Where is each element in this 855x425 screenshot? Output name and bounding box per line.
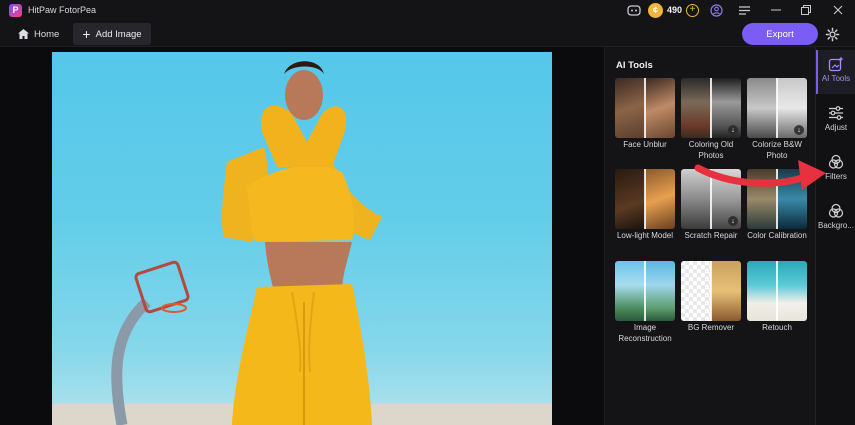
color-calibration-thumbnail <box>747 169 807 229</box>
colorize-bw-photo-thumbnail: ↓ <box>747 78 807 138</box>
tool-retouch[interactable]: Retouch <box>747 261 809 333</box>
editor-canvas[interactable] <box>0 47 604 425</box>
tool-label: Coloring Old Photos <box>688 140 734 160</box>
coin-icon: ¢ <box>647 2 663 18</box>
filters-icon <box>816 152 855 172</box>
rail-label: Filters <box>825 172 847 181</box>
rail-label: Backgro... <box>817 221 854 230</box>
adjust-sliders-icon <box>816 103 855 123</box>
menu-icon[interactable] <box>727 0 761 20</box>
home-button[interactable]: Home <box>18 25 59 43</box>
tool-color-calibration[interactable]: Color Calibration <box>747 169 809 241</box>
export-button[interactable]: Export <box>742 23 818 45</box>
tool-label: Retouch <box>762 323 792 332</box>
tool-scratch-repair[interactable]: ↓ Scratch Repair <box>681 169 743 241</box>
add-image-button[interactable]: + Add Image <box>73 23 151 45</box>
panel-title: AI Tools <box>616 60 653 71</box>
ai-tools-icon <box>816 54 855 74</box>
tool-label: Color Calibration <box>747 231 807 240</box>
face-unblur-thumbnail <box>615 78 675 138</box>
rail-item-background[interactable]: Backgro... <box>816 201 855 230</box>
account-icon[interactable] <box>705 0 727 20</box>
rail-label: Adjust <box>824 123 848 132</box>
tool-coloring-old-photos[interactable]: ↓ Coloring Old Photos <box>681 78 743 161</box>
tool-label: Face Unblur <box>623 140 667 149</box>
download-icon: ↓ <box>728 125 738 135</box>
edited-photo[interactable] <box>52 52 552 425</box>
home-label: Home <box>34 28 60 40</box>
tool-label: Image Reconstruction <box>618 323 672 343</box>
app-logo: P <box>9 3 22 17</box>
download-icon: ↓ <box>728 216 738 226</box>
rail-item-adjust[interactable]: Adjust <box>816 103 855 132</box>
tool-bg-remover[interactable]: BG Remover <box>681 261 743 333</box>
coin-balance[interactable]: ¢ 490 + <box>647 2 703 18</box>
coloring-old-photos-thumbnail: ↓ <box>681 78 741 138</box>
tool-colorize-bw-photo[interactable]: ↓ Colorize B&W Photo <box>747 78 809 161</box>
rail-item-ai-tools[interactable]: AI Tools <box>816 54 855 83</box>
minimize-icon[interactable] <box>761 0 791 20</box>
background-icon <box>816 201 855 221</box>
tool-label: Colorize B&W Photo <box>752 140 802 160</box>
tool-label: BG Remover <box>687 323 735 332</box>
rail-label: AI Tools <box>821 74 851 83</box>
download-icon: ↓ <box>794 125 804 135</box>
add-image-label: Add Image <box>95 28 142 40</box>
plus-icon: + <box>82 26 91 42</box>
image-reconstruction-thumbnail <box>615 261 675 321</box>
restore-icon[interactable] <box>791 0 821 20</box>
scratch-repair-thumbnail: ↓ <box>681 169 741 229</box>
photo-illustration <box>52 61 552 425</box>
tool-low-light-model[interactable]: Low-light Model <box>615 169 677 241</box>
coin-count: 490 <box>666 5 682 15</box>
side-rail: AI Tools Adjust Filters Backgro... <box>815 47 855 425</box>
add-coins-icon[interactable]: + <box>686 3 699 17</box>
discord-icon[interactable] <box>623 0 645 20</box>
low-light-model-thumbnail <box>615 169 675 229</box>
tool-image-reconstruction[interactable]: Image Reconstruction <box>615 261 677 344</box>
rail-item-filters[interactable]: Filters <box>816 152 855 181</box>
bg-remover-thumbnail <box>681 261 741 321</box>
gear-icon[interactable] <box>823 25 841 43</box>
retouch-thumbnail <box>747 261 807 321</box>
home-icon <box>18 29 29 39</box>
tool-label: Low-light Model <box>616 231 674 240</box>
title-bar: P HitPaw FotorPea ¢ 490 + <box>0 0 855 20</box>
ai-tools-panel: AI Tools Face Unblur ↓ Coloring Old Phot… <box>604 47 815 425</box>
main-toolbar: Home + Add Image Export <box>0 20 855 47</box>
app-title: HitPaw FotorPea <box>28 5 97 15</box>
tool-face-unblur[interactable]: Face Unblur <box>615 78 677 150</box>
close-icon[interactable] <box>821 0 855 20</box>
tool-label: Scratch Repair <box>684 231 738 240</box>
